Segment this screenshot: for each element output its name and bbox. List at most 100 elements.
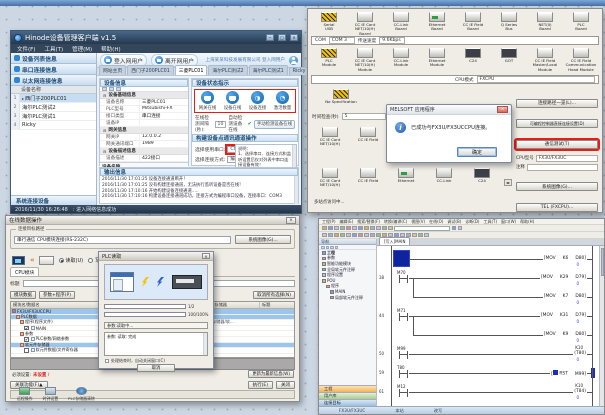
nav-button-project[interactable]: 工程	[319, 385, 376, 392]
route-cell[interactable]: CC IE Cont NET/10(H)	[311, 127, 349, 147]
sidebar-section-ethernet[interactable]: 以太网连接信息	[11, 75, 96, 86]
menu-item[interactable]: 编辑(E)	[340, 219, 354, 225]
property-group[interactable]: 设备描述信息	[100, 148, 188, 155]
route-cell[interactable]: CC-Link	[425, 168, 463, 188]
toolbar-icon[interactable]	[370, 226, 375, 231]
tab-device-active[interactable]: 三菱PLC01	[175, 65, 208, 75]
nav-button-connection[interactable]: 连接目标	[319, 399, 376, 406]
if-cell[interactable]: C24	[455, 48, 491, 72]
sidebar-section-serial[interactable]: 串口连接信息	[11, 64, 96, 75]
ladder-editor[interactable]: MOVK6D80 0 38 M70 MOVK29D79 0 MOVK7D80 0	[377, 246, 599, 406]
ladder-rung[interactable]: 50 M99 K10 T80 0	[377, 344, 599, 363]
toolbar-icon[interactable]	[376, 226, 381, 231]
menu-item[interactable]: 窗口(W)	[501, 219, 516, 225]
property-row[interactable]: 网关IP12.0.0.2	[100, 134, 188, 141]
radio-read[interactable]: 读取(U)	[59, 257, 84, 264]
route-cell[interactable]: CC IE Cont NET/10(H)	[311, 168, 349, 188]
menu-manage[interactable]: 管理(M)	[72, 45, 92, 53]
property-row[interactable]: 设备IP	[100, 120, 188, 127]
sidebar-bottom-item[interactable]: 系统连接设备	[11, 195, 96, 205]
remote-operation-item[interactable]: 远程操作	[17, 387, 33, 402]
sidebar-section-device-list[interactable]: 设备列表信息	[11, 53, 96, 64]
route-cell[interactable]: CC IE Field	[349, 127, 387, 147]
message-title-bar[interactable]: MELSOFT 应用程序 ×	[387, 105, 511, 115]
param-program-button[interactable]: 参数+程序(P)	[39, 291, 75, 299]
if-cell-serial-usb[interactable]: Serial USB	[311, 12, 347, 36]
cancel-all-select-button[interactable]: 取消所有选择(N)	[253, 291, 295, 299]
message-ok-button[interactable]: 确定	[457, 147, 497, 157]
toolbar-icon[interactable]	[334, 233, 339, 238]
route-cell[interactable]: C24	[463, 168, 501, 188]
row-checkbox[interactable]	[24, 348, 29, 353]
menu-item[interactable]: 帮助(H)	[520, 219, 534, 225]
if-cell[interactable]: CC IE Field Communication Head Module	[563, 48, 599, 72]
menu-item[interactable]: 搜索/替换(F)	[357, 219, 380, 225]
toolbar-icon[interactable]	[452, 226, 457, 231]
if-cell[interactable]: CC-Link Module	[383, 48, 419, 72]
toolbar-icon[interactable]	[334, 226, 339, 231]
toolbar-icon[interactable]	[388, 226, 393, 231]
toolbar-icon[interactable]	[364, 226, 369, 231]
toolbar-icon[interactable]	[358, 233, 363, 238]
menu-item[interactable]: 工具(T)	[483, 219, 497, 225]
maximize-button[interactable]: □	[278, 34, 286, 41]
close-icon[interactable]: ×	[202, 253, 210, 259]
if-cell[interactable]: PLC Board	[563, 12, 599, 36]
cpu-module-tab[interactable]: CPU模块	[10, 267, 39, 276]
tab-home[interactable]: 网站主页	[99, 65, 126, 75]
row-checkbox[interactable]	[24, 337, 29, 342]
toolbar-icon[interactable]	[352, 233, 357, 238]
menu-help[interactable]: 帮助(H)	[101, 45, 120, 53]
ladder-rung[interactable]: 59 T80 RSTM99	[377, 363, 599, 382]
if-cell-plc-module[interactable]: PLC Module	[311, 48, 347, 72]
com-value-field[interactable]: COM 3	[329, 37, 355, 44]
if-cell[interactable]: Ethernet Module	[419, 48, 455, 72]
menu-item[interactable]: 调试(B)	[447, 219, 461, 225]
connection-list-button[interactable]: 连接路径一览(L)...	[516, 99, 598, 108]
vertical-scrollbar[interactable]	[599, 246, 604, 406]
title-bar[interactable]: Hinode设备管理客户端 v1.5 ─ □ ×	[11, 31, 301, 44]
manual-check-button[interactable]: 手动检测设备在线	[254, 120, 295, 129]
property-row[interactable]: PLC型号Mitsubishi-FX	[100, 106, 188, 113]
cpu-mode-field[interactable]: FXCPU	[477, 76, 595, 83]
toolbar-icon[interactable]	[328, 233, 333, 238]
property-row[interactable]: 网关通讯端口1989	[100, 141, 188, 148]
page-arrows[interactable]: ◂▸	[504, 179, 512, 186]
toolbar-icon[interactable]	[352, 226, 357, 231]
minimize-button[interactable]: ─	[266, 34, 274, 41]
device-row[interactable]: 3海尔PLC测试1	[11, 112, 96, 121]
ladder-rung[interactable]: MOVK6D80 0	[377, 249, 599, 268]
toolbar-icon[interactable]	[458, 226, 463, 231]
property-group[interactable]: 网关信息	[100, 127, 188, 134]
menu-item[interactable]: 转换/编译(C)	[384, 219, 407, 225]
property-group[interactable]: 设备基础信息	[100, 92, 188, 99]
menu-file[interactable]: 文件(F)	[17, 45, 35, 53]
progress-cancel-button[interactable]: 取消	[137, 364, 175, 372]
tel-button[interactable]: TEL (FXCPU)...	[516, 203, 598, 212]
system-image-button[interactable]: 系统图像(G)...	[516, 182, 598, 191]
toolbar-icon[interactable]	[340, 226, 345, 231]
time-check-field[interactable]: 5	[342, 113, 386, 120]
menu-item[interactable]: 在线(O)	[429, 219, 443, 225]
toolbar-icon[interactable]	[382, 226, 387, 231]
toolbar-icon[interactable]	[346, 226, 351, 231]
tab-device[interactable]: 海尔PLC测试1	[249, 65, 288, 75]
tree-item[interactable]: 局部软元件注释	[319, 295, 376, 301]
auto-close-checkbox[interactable]	[105, 359, 109, 363]
device-row[interactable]: 1西门子200PLC01	[11, 94, 96, 103]
user-avatar-icon[interactable]	[289, 56, 298, 65]
progress-title-bar[interactable]: PLC读取 ×	[99, 252, 213, 261]
toolbar-icon[interactable]	[370, 233, 375, 238]
plc-memory-clear-item[interactable]: PLC存储器清除	[68, 387, 95, 402]
property-row[interactable]: 接口类型串口连接	[100, 113, 188, 120]
close-icon[interactable]: ×	[286, 217, 296, 224]
toolbar-icon[interactable]	[322, 233, 327, 238]
output-scrollbar[interactable]	[294, 176, 298, 204]
if-cell[interactable]: CC-Link Board	[383, 12, 419, 36]
close-button[interactable]: ×	[290, 34, 298, 41]
if-cell[interactable]: NET(II) Board	[527, 12, 563, 36]
ladder-branch[interactable]: MOVK9D80 0	[377, 325, 599, 344]
if-cell[interactable]: GOT	[491, 48, 527, 72]
no-specification-cell[interactable]: No Specification	[311, 89, 371, 104]
menu-item[interactable]: 视图(V)	[411, 219, 425, 225]
